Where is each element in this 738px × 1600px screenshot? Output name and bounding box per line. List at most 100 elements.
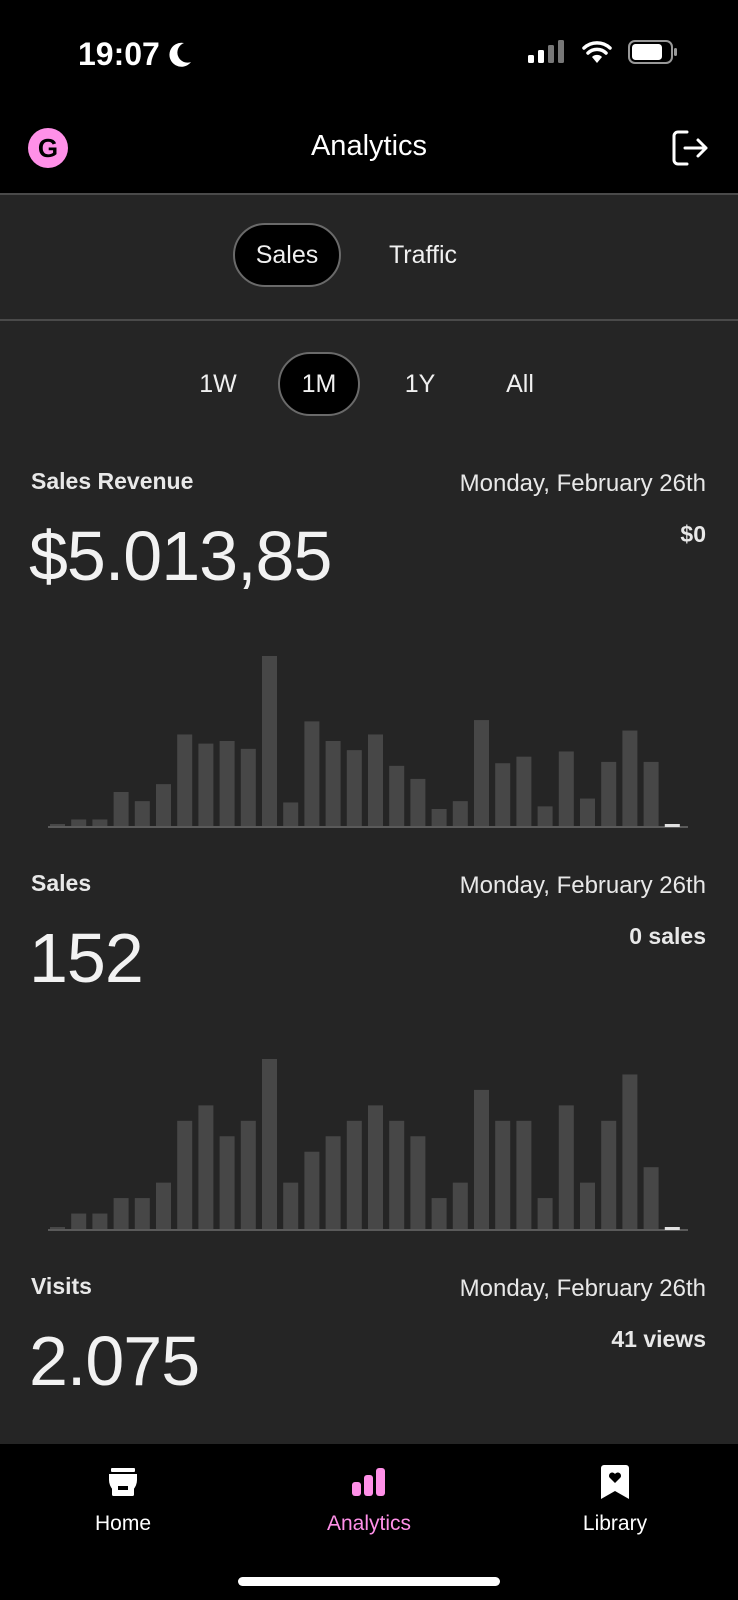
chart-bar[interactable] xyxy=(113,1198,129,1229)
chart-bar[interactable] xyxy=(537,806,553,826)
chart-bar[interactable] xyxy=(431,809,447,826)
tab-sales[interactable]: Sales xyxy=(233,223,341,287)
chart-bar[interactable] xyxy=(452,1182,468,1229)
chart-bar[interactable] xyxy=(177,1120,193,1229)
range-all[interactable]: All xyxy=(480,352,560,416)
chart-bar[interactable] xyxy=(368,734,383,826)
chart-bar[interactable] xyxy=(219,1136,235,1229)
chart-bar[interactable] xyxy=(389,1120,405,1229)
chart-bar[interactable] xyxy=(134,1198,150,1229)
wifi-icon xyxy=(582,41,612,63)
status-bar: 19:07 xyxy=(0,0,738,110)
bookmark-icon xyxy=(601,1465,629,1499)
metric-selected-value: 0 sales xyxy=(629,923,706,949)
range-1m[interactable]: 1M xyxy=(278,352,360,416)
chart-bar[interactable] xyxy=(92,1213,108,1229)
chart-bar[interactable] xyxy=(262,656,277,826)
chart-bar[interactable] xyxy=(71,1213,87,1229)
home-indicator xyxy=(238,1577,500,1586)
cellular-signal-icon xyxy=(528,40,564,63)
chart-bar[interactable] xyxy=(346,1120,362,1229)
chart-bar[interactable] xyxy=(177,734,193,826)
metric-selected-value: 41 views xyxy=(611,1326,706,1352)
chart-selected-bar-marker xyxy=(664,1227,680,1230)
chart-bar[interactable] xyxy=(558,1105,574,1229)
chart-bar[interactable] xyxy=(410,1136,426,1229)
tab-label: Home xyxy=(94,1512,152,1535)
chart-bar[interactable] xyxy=(304,721,320,826)
battery-icon xyxy=(628,40,677,64)
chart-bar[interactable] xyxy=(156,784,171,826)
chart-bar[interactable] xyxy=(325,1136,341,1229)
chart-bar[interactable] xyxy=(516,1120,532,1229)
chart-bar[interactable] xyxy=(474,1089,489,1229)
chart-bar[interactable] xyxy=(240,748,256,826)
chart-bar[interactable] xyxy=(346,750,362,826)
tab-traffic[interactable]: Traffic xyxy=(341,223,505,287)
chart-bar[interactable] xyxy=(50,824,65,826)
chart-bar[interactable] xyxy=(198,1105,214,1229)
chart-bar[interactable] xyxy=(92,819,108,826)
chart-bar[interactable] xyxy=(537,1198,553,1229)
logout-icon[interactable] xyxy=(670,128,710,168)
chart-bar[interactable] xyxy=(389,765,405,826)
visits-section: Visits Monday, February 26th 2.075 41 vi… xyxy=(0,1273,738,1443)
tab-library[interactable]: Library xyxy=(492,1464,738,1536)
chart-bar[interactable] xyxy=(198,743,214,826)
metric-value: 2.075 xyxy=(29,1322,200,1400)
chart-bar[interactable] xyxy=(495,763,511,826)
range-1y[interactable]: 1Y xyxy=(380,352,460,416)
sales-chart[interactable] xyxy=(0,1033,738,1233)
chart-bar[interactable] xyxy=(410,778,426,826)
metric-label: Visits xyxy=(31,1273,92,1299)
metric-date: Monday, February 26th xyxy=(459,872,706,899)
metric-label: Sales Revenue xyxy=(31,468,194,494)
chart-bar[interactable] xyxy=(643,1167,659,1229)
sales-revenue-chart[interactable] xyxy=(0,630,738,830)
chart-bar[interactable] xyxy=(50,1227,65,1229)
moon-icon xyxy=(169,42,191,67)
metric-value: $5.013,85 xyxy=(29,517,332,595)
chart-bar[interactable] xyxy=(622,1074,638,1229)
chart-bar[interactable] xyxy=(622,730,638,826)
tab-label: Analytics xyxy=(326,1512,412,1535)
chart-bar[interactable] xyxy=(262,1059,277,1229)
metric-value: 152 xyxy=(29,919,144,997)
chart-bar[interactable] xyxy=(325,741,341,826)
tab-label: Library xyxy=(582,1512,648,1535)
status-time-text: 19:07 xyxy=(78,36,160,72)
chart-bar[interactable] xyxy=(304,1151,320,1229)
chart-bar[interactable] xyxy=(283,802,299,826)
range-1w[interactable]: 1W xyxy=(178,352,258,416)
chart-bar[interactable] xyxy=(558,751,574,826)
chart-bar[interactable] xyxy=(495,1120,511,1229)
status-icons xyxy=(528,40,678,64)
chart-bar[interactable] xyxy=(601,761,617,826)
chart-selected-bar-marker xyxy=(664,824,680,827)
store-icon xyxy=(109,1468,137,1496)
chart-bar[interactable] xyxy=(71,819,87,826)
metric-date: Monday, February 26th xyxy=(459,470,706,497)
page-title: Analytics xyxy=(310,130,428,162)
chart-bar[interactable] xyxy=(113,792,129,826)
tab-analytics[interactable]: Analytics xyxy=(246,1464,492,1536)
chart-bar[interactable] xyxy=(474,720,489,826)
chart-bar[interactable] xyxy=(601,1120,617,1229)
view-tabs: Sales Traffic xyxy=(0,223,738,287)
chart-bar[interactable] xyxy=(156,1182,171,1229)
chart-bar[interactable] xyxy=(219,741,235,826)
chart-bar[interactable] xyxy=(431,1198,447,1229)
divider xyxy=(0,319,738,321)
chart-bar[interactable] xyxy=(580,798,595,826)
status-time: 19:07 xyxy=(78,36,192,73)
chart-bar[interactable] xyxy=(643,761,659,826)
metric-selected-value: $0 xyxy=(680,521,706,547)
chart-bar[interactable] xyxy=(240,1120,256,1229)
chart-bar[interactable] xyxy=(283,1182,299,1229)
tab-home[interactable]: Home xyxy=(0,1464,246,1536)
chart-bar[interactable] xyxy=(580,1182,595,1229)
chart-bar[interactable] xyxy=(134,801,150,826)
chart-bar[interactable] xyxy=(452,801,468,826)
chart-bar[interactable] xyxy=(516,756,532,826)
chart-bar[interactable] xyxy=(368,1105,383,1229)
